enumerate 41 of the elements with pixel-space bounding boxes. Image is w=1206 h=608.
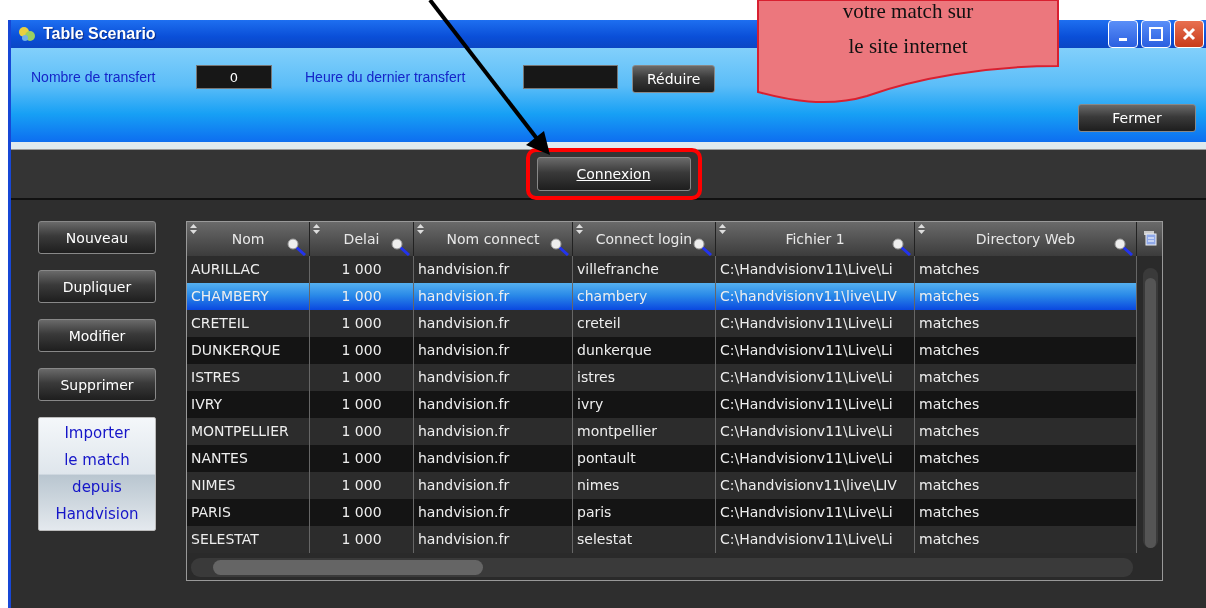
import-button[interactable]: Importer le match depuis Handvision: [38, 417, 156, 531]
minimize-button[interactable]: [1108, 20, 1138, 48]
maximize-button[interactable]: [1141, 20, 1171, 48]
search-icon[interactable]: [892, 238, 912, 256]
table-row[interactable]: IVRY 1 000 handvision.fr ivry C:\Handvisionv11\Live\Li matches: [187, 391, 1137, 418]
sort-icon[interactable]: [313, 224, 320, 234]
sort-icon[interactable]: [576, 224, 583, 234]
window-title: Table Scenario: [43, 25, 156, 43]
sort-icon[interactable]: [719, 224, 726, 234]
close-icon: [1182, 27, 1196, 41]
table-row[interactable]: NANTES 1 000 handvision.fr pontault C:\Handvisionv11\Live\Li matches: [187, 445, 1137, 472]
sort-icon[interactable]: [190, 224, 197, 234]
callout-text: votre match sur le site internet: [842, 0, 974, 60]
close-window-button[interactable]: Fermer: [1078, 104, 1196, 132]
reduce-button[interactable]: Réduire: [632, 65, 716, 93]
search-icon[interactable]: [391, 238, 411, 256]
app-icon: [17, 25, 37, 43]
sort-icon[interactable]: [918, 224, 925, 234]
last-transfer-label: Heure du dernier transfert: [305, 68, 467, 87]
table-row[interactable]: CHAMBERY 1 000 handvision.fr chambery C:\handvisionv11\live\LIV matches: [187, 283, 1137, 310]
search-icon[interactable]: [550, 238, 570, 256]
table-row[interactable]: PARIS 1 000 handvision.fr paris C:\Handvisionv11\Live\Li matches: [187, 499, 1137, 526]
action-button[interactable]: Modifier: [38, 319, 156, 352]
search-icon[interactable]: [287, 238, 307, 256]
vertical-scrollbar[interactable]: [1143, 268, 1158, 548]
transfer-count-field[interactable]: 0: [196, 65, 272, 89]
horizontal-scrollbar[interactable]: [191, 558, 1133, 577]
close-button[interactable]: [1174, 20, 1204, 48]
search-icon[interactable]: [693, 238, 713, 256]
search-icon[interactable]: [1114, 238, 1134, 256]
action-button[interactable]: Dupliquer: [38, 270, 156, 303]
minimize-icon: [1119, 37, 1127, 41]
maximize-icon: [1149, 27, 1163, 41]
action-button[interactable]: Supprimer: [38, 368, 156, 401]
last-transfer-field[interactable]: [523, 65, 618, 89]
action-button[interactable]: Nouveau: [38, 221, 156, 254]
column-chooser-icon[interactable]: [1142, 230, 1157, 246]
connect-button[interactable]: Connexion: [536, 157, 691, 191]
table-row[interactable]: DUNKERQUE 1 000 handvision.fr dunkerque C:\Handvisionv11\Live\Li matches: [187, 337, 1137, 364]
transfer-count-label: Nombre de transfert: [31, 68, 157, 87]
sort-icon[interactable]: [417, 224, 424, 234]
